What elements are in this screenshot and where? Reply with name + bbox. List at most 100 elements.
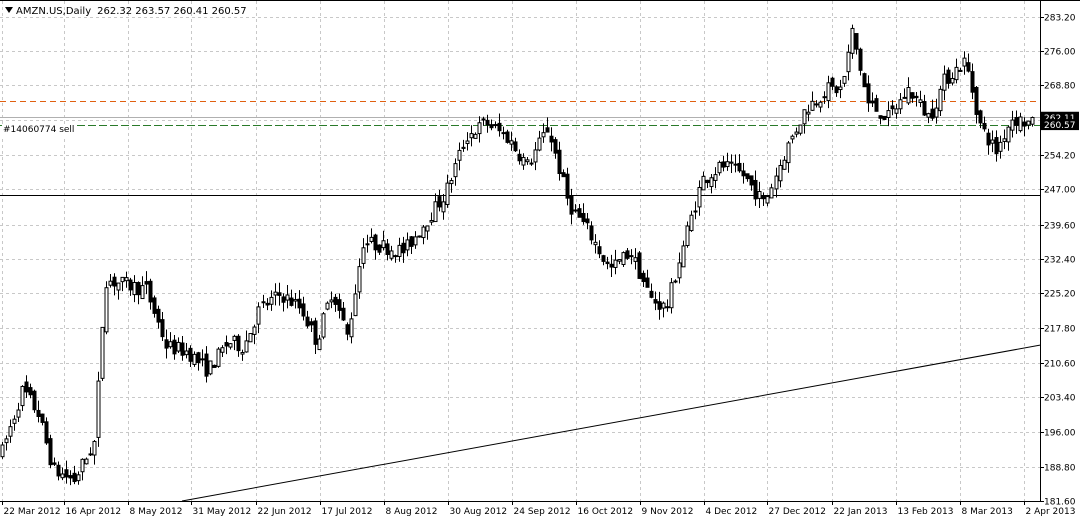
candle-body	[573, 209, 578, 212]
candle	[729, 154, 734, 174]
candle	[906, 77, 911, 106]
candle-body	[613, 259, 618, 268]
candle	[389, 245, 394, 261]
candle	[68, 470, 73, 486]
candle	[349, 312, 354, 344]
candle-body	[16, 409, 21, 418]
candle	[930, 99, 935, 121]
candle	[858, 47, 863, 76]
candle-body	[757, 191, 762, 199]
candle-body	[100, 326, 105, 379]
candle	[513, 137, 518, 153]
candle	[449, 177, 454, 193]
candle	[433, 193, 438, 223]
candle	[838, 79, 843, 99]
candle-body	[112, 276, 117, 287]
candle-body	[188, 347, 193, 362]
candle	[737, 154, 742, 173]
candle-body	[289, 297, 294, 306]
candle-body	[926, 113, 931, 118]
candle	[160, 312, 165, 342]
candle	[353, 284, 358, 317]
candle-body	[252, 326, 257, 335]
candle-body	[689, 214, 694, 232]
chart-window[interactable]: 283.20276.00268.80261.60254.20247.00239.…	[0, 0, 1080, 530]
price-tags: 262.11260.57	[1041, 111, 1079, 131]
candle-body	[529, 162, 534, 165]
candle-body	[52, 462, 57, 465]
candle-body	[68, 475, 73, 479]
candle	[204, 346, 209, 383]
candle	[92, 439, 97, 465]
candle-body	[633, 257, 638, 262]
candle-body	[786, 142, 791, 164]
candle	[104, 281, 109, 335]
candle-body	[930, 108, 935, 119]
time-tick-label: 4 Dec 2012	[706, 507, 758, 517]
candle	[261, 294, 266, 309]
horizontal-levels	[0, 101, 1040, 196]
candle	[874, 94, 879, 112]
candle-body	[629, 255, 634, 258]
candle-body	[890, 105, 895, 110]
candle	[673, 279, 678, 284]
candle-body	[88, 453, 93, 456]
candle-body	[36, 409, 41, 418]
time-tick-label: 24 Sep 2012	[514, 507, 571, 517]
candle	[637, 251, 642, 279]
candle-body	[761, 195, 766, 200]
candle	[798, 124, 803, 136]
candle	[958, 67, 963, 72]
candle	[790, 134, 795, 144]
candle-body	[637, 252, 642, 279]
time-tick-label: 22 Jan 2013	[834, 507, 888, 517]
candle	[577, 204, 582, 218]
order-label[interactable]: #14060774 sell	[2, 125, 76, 136]
candle-body	[910, 92, 915, 99]
candle-body	[48, 438, 53, 466]
candle-body	[810, 100, 815, 111]
candle-body	[565, 173, 570, 199]
candle-body	[301, 303, 306, 317]
candle	[589, 221, 594, 245]
candle-body	[361, 247, 366, 264]
candle-body	[200, 358, 205, 361]
candle-body	[473, 133, 478, 139]
candle	[265, 298, 270, 311]
candle	[385, 238, 390, 261]
candle	[705, 179, 710, 188]
candle-body	[537, 137, 542, 151]
candle	[76, 471, 81, 485]
candle	[854, 33, 859, 55]
candle-body	[958, 69, 963, 72]
candle-body	[609, 263, 614, 268]
candle-body	[974, 86, 979, 115]
chart-dropdown-icon[interactable]	[5, 7, 13, 13]
candle	[886, 101, 891, 127]
candle-body	[244, 340, 249, 353]
time-tick-label: 22 Jun 2012	[258, 507, 312, 517]
candle	[116, 282, 121, 300]
candle-body	[0, 444, 5, 458]
candle	[761, 192, 766, 207]
candle-body	[966, 62, 971, 72]
candle	[108, 273, 113, 288]
candle-body	[657, 301, 662, 310]
candle-body	[144, 281, 149, 285]
price-chart[interactable]: 283.20276.00268.80261.60254.20247.00239.…	[0, 0, 1080, 530]
candle-body	[481, 118, 486, 121]
candle-body	[369, 236, 374, 242]
candle	[60, 467, 65, 481]
candle	[806, 104, 811, 122]
candle-body	[248, 333, 253, 343]
candle-body	[273, 291, 278, 296]
candle-body	[645, 277, 650, 288]
candle	[721, 155, 726, 172]
candle-body	[894, 108, 899, 114]
candle	[112, 273, 117, 296]
candle-body	[441, 201, 446, 213]
candle-body	[353, 293, 358, 317]
candle-body	[104, 287, 109, 333]
candle	[401, 236, 406, 263]
candle-body	[581, 212, 586, 223]
